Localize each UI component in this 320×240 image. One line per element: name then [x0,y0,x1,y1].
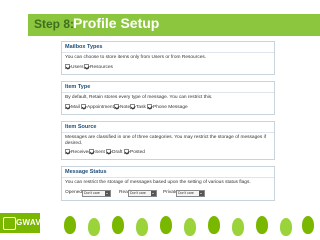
opened-label: Opened [65,190,83,195]
logo-mark-icon [3,217,16,230]
item-type-title: Item Type [65,84,91,90]
resources-label: Resources [90,64,113,70]
private-select-value: Don't care [178,191,194,195]
checkbox-checked-icon[interactable] [65,104,70,109]
appointment-checkbox[interactable]: Appointment [81,104,114,110]
received-label: Received [71,149,91,155]
mailbox-types-description: You can choose to store items only from … [65,55,207,60]
mail-label: Mail [71,104,80,110]
users-checkbox[interactable]: Users [65,64,84,70]
item-type-panel: Item Type By default, Retain stores ever… [61,81,275,115]
task-checkbox[interactable]: Task [130,104,146,110]
users-label: Users [71,64,84,70]
chevron-down-icon[interactable] [105,191,110,196]
footprint-icon [232,218,244,236]
resources-checkbox[interactable]: Resources [84,64,113,70]
phone-message-label: Phone Message [153,104,188,110]
footprint-icon [112,216,124,234]
footprint-icon [64,216,76,234]
checkbox-checked-icon[interactable] [124,149,129,154]
opened-select[interactable]: Don't care [82,190,111,197]
footprint-icon [136,218,148,236]
read-select[interactable]: Don't care [128,190,157,197]
checkbox-checked-icon[interactable] [147,104,152,109]
divider [62,177,274,178]
task-label: Task [136,104,146,110]
logo-text: GWAVA [16,218,47,227]
message-status-panel: Message Status You can restrict the stor… [61,166,275,201]
footprint-icon [184,218,196,236]
sent-label: Sent [95,149,105,155]
gwava-logo: GWAVA [0,213,46,233]
chevron-down-icon[interactable] [199,191,204,196]
read-select-value: Don't care [130,191,146,195]
chevron-down-icon[interactable] [151,191,156,196]
checkbox-checked-icon[interactable] [106,149,111,154]
phone-message-checkbox[interactable]: Phone Message [147,104,188,110]
footprint-icon [208,216,220,234]
received-checkbox[interactable]: Received [65,149,91,155]
mailbox-types-title: Mailbox Types [65,44,103,50]
checkbox-checked-icon[interactable] [130,104,135,109]
footprint-icon [160,216,172,234]
checkbox-checked-icon[interactable] [65,149,70,154]
footprint-icon [280,218,292,236]
checkbox-checked-icon[interactable] [81,104,86,109]
appointment-label: Appointment [87,104,114,110]
mail-checkbox[interactable]: Mail [65,104,80,110]
divider [62,92,274,93]
divider [62,132,274,133]
checkbox-checked-icon[interactable] [84,64,89,69]
draft-checkbox[interactable]: Draft [106,149,122,155]
sent-checkbox[interactable]: Sent [89,149,105,155]
item-type-description: By default, Retain stores every type of … [65,95,213,100]
footprint-icon [88,218,100,236]
footprint-icon [302,216,314,234]
item-source-title: Item Source [65,124,97,130]
note-label: Note [120,104,131,110]
page-header: Step 8: Profile Setup [28,14,320,36]
opened-select-value: Don't care [84,191,100,195]
item-source-description: Messages are classified in one of three … [65,135,267,146]
divider [62,52,274,53]
checkbox-checked-icon[interactable] [65,64,70,69]
note-checkbox[interactable]: Note [114,104,130,110]
private-select[interactable]: Don't care [176,190,205,197]
posted-checkbox[interactable]: Posted [124,149,145,155]
posted-label: Posted [130,149,145,155]
page-title: Profile Setup [73,15,160,31]
message-status-description: You can restrict the storage of messages… [65,180,251,185]
draft-label: Draft [112,149,123,155]
mailbox-types-panel: Mailbox Types You can choose to store it… [61,41,275,75]
step-label: Step 8: [34,17,75,31]
item-source-panel: Item Source Messages are classified in o… [61,121,275,160]
footprint-icon [256,216,268,234]
message-status-title: Message Status [65,169,107,175]
checkbox-checked-icon[interactable] [114,104,119,109]
checkbox-checked-icon[interactable] [89,149,94,154]
